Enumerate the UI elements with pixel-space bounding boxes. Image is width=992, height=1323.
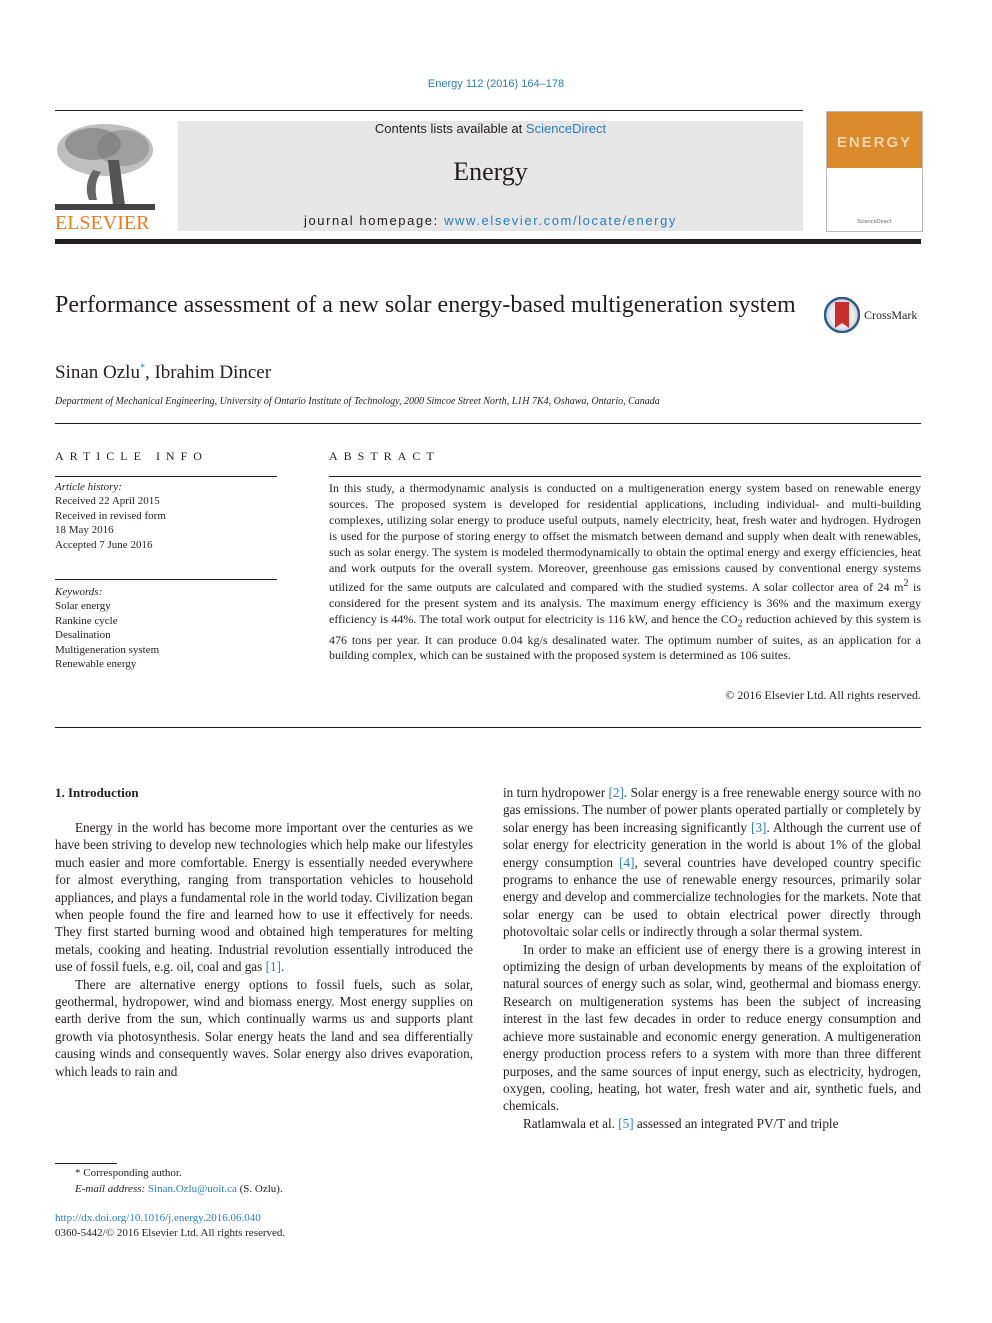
text-segment: in turn hydropower — [503, 785, 609, 800]
crossmark-button[interactable]: CrossMark — [824, 296, 924, 334]
crossmark-label: CrossMark — [864, 307, 918, 322]
paragraph: Energy in the world has become more impo… — [55, 819, 473, 976]
keyword-item: Multigeneration system — [55, 643, 160, 656]
keywords-label: Keywords: — [55, 586, 103, 598]
text-segment: . — [280, 959, 285, 975]
author-name[interactable]: Ibrahim Dincer — [154, 362, 271, 383]
reference-link[interactable]: [2] — [609, 785, 624, 800]
journal-name: Energy — [453, 157, 528, 186]
cover-publisher: ScienceDirect — [857, 219, 892, 225]
issn-copyright: 0360-5442/© 2016 Elsevier Ltd. All right… — [55, 1227, 286, 1239]
doi-link[interactable]: http://dx.doi.org/10.1016/j.energy.2016.… — [55, 1212, 261, 1224]
section-heading: 1. Introduction — [55, 785, 139, 800]
reference-link[interactable]: [4] — [619, 855, 634, 870]
keyword-item: Solar energy — [55, 600, 111, 613]
email-suffix: (S. Ozlu). — [236, 1182, 283, 1195]
citation-link[interactable]: Energy 112 (2016) 164–178 — [428, 78, 564, 90]
contents-prefix: Contents lists available at — [374, 121, 526, 136]
author-name[interactable]: Sinan Ozlu — [55, 362, 140, 383]
reference-link[interactable]: [5] — [618, 1116, 633, 1131]
article-info-heading: ARTICLE INFO — [55, 449, 208, 463]
corresponding-author-note: * Corresponding author. — [55, 1166, 475, 1182]
keyword-item: Desalination — [55, 629, 111, 642]
reference-link[interactable]: [1] — [266, 959, 281, 974]
article-history: Article history: Received 22 April 2015 … — [55, 480, 277, 552]
paragraph: Ratlamwala et al. [5] assessed an integr… — [503, 1115, 921, 1132]
doi-block: http://dx.doi.org/10.1016/j.energy.2016.… — [55, 1211, 285, 1241]
journal-homepage: journal homepage: www.elsevier.com/locat… — [178, 213, 803, 228]
footnote-text: Corresponding author. — [80, 1167, 182, 1179]
divider — [55, 423, 921, 424]
author-affiliation: Department of Mechanical Engineering, Un… — [55, 396, 660, 407]
history-item: Received 22 April 2015 — [55, 495, 160, 508]
elsevier-logo-text: ELSEVIER — [55, 212, 150, 234]
crossmark-icon — [824, 297, 860, 333]
abstract-text: In this study, a thermodynamic analysis … — [329, 481, 921, 664]
footnote-divider — [55, 1163, 117, 1164]
divider — [55, 727, 921, 728]
keyword-item: Rankine cycle — [55, 614, 118, 627]
sciencedirect-link[interactable]: ScienceDirect — [526, 121, 606, 136]
cover-title: ENERGY — [836, 134, 913, 151]
divider — [55, 110, 803, 111]
reference-link[interactable]: [3] — [751, 820, 766, 835]
journal-citation[interactable]: Energy 112 (2016) 164–178 — [0, 78, 992, 90]
divider — [55, 476, 277, 477]
homepage-prefix: journal homepage: — [303, 213, 445, 228]
body-column-left: Energy in the world has become more impo… — [55, 819, 473, 1080]
keywords: Keywords: Solar energy Rankine cycle Des… — [55, 585, 277, 671]
paragraph: In order to make an efficient use of ene… — [503, 941, 921, 1114]
abstract-copyright: © 2016 Elsevier Ltd. All rights reserved… — [725, 688, 921, 702]
email-link[interactable]: Sinan.Ozlu@uoit.ca — [148, 1183, 237, 1195]
history-item: Received in revised form — [55, 509, 166, 522]
abstract-segment: In this study, a thermodynamic analysis … — [329, 481, 921, 595]
history-item: Accepted 7 June 2016 — [55, 538, 153, 551]
author-list: Sinan Ozlu*, Ibrahim Dincer — [55, 362, 271, 384]
contents-line: Contents lists available at ScienceDirec… — [178, 121, 803, 136]
history-item: 18 May 2016 — [55, 524, 114, 537]
article-title: Performance assessment of a new solar en… — [55, 292, 796, 318]
footnote: * Corresponding author. E-mail address: … — [55, 1166, 475, 1197]
text-segment: assessed an integrated PV/T and triple — [633, 1115, 839, 1131]
paragraph: There are alternative energy options to … — [55, 976, 473, 1079]
header-divider — [55, 239, 921, 244]
keyword-item: Renewable energy — [55, 658, 137, 671]
text-segment: Ratlamwala et al. — [523, 1115, 619, 1131]
journal-cover-thumbnail[interactable]: ENERGY ScienceDirect — [826, 111, 923, 232]
email-label: E-mail address: — [75, 1182, 146, 1195]
history-label: Article history: — [55, 481, 122, 493]
abstract-heading: ABSTRACT — [329, 449, 440, 463]
divider — [55, 579, 277, 580]
divider — [329, 476, 921, 477]
paragraph: in turn hydropower [2]. Solar energy is … — [503, 784, 921, 941]
email-note: E-mail address: Sinan.Ozlu@uoit.ca (S. O… — [55, 1182, 475, 1198]
body-column-right: in turn hydropower [2]. Solar energy is … — [503, 784, 921, 1132]
text-segment: Energy in the world has become more impo… — [55, 820, 473, 975]
homepage-link[interactable]: www.elsevier.com/locate/energy — [444, 213, 677, 228]
